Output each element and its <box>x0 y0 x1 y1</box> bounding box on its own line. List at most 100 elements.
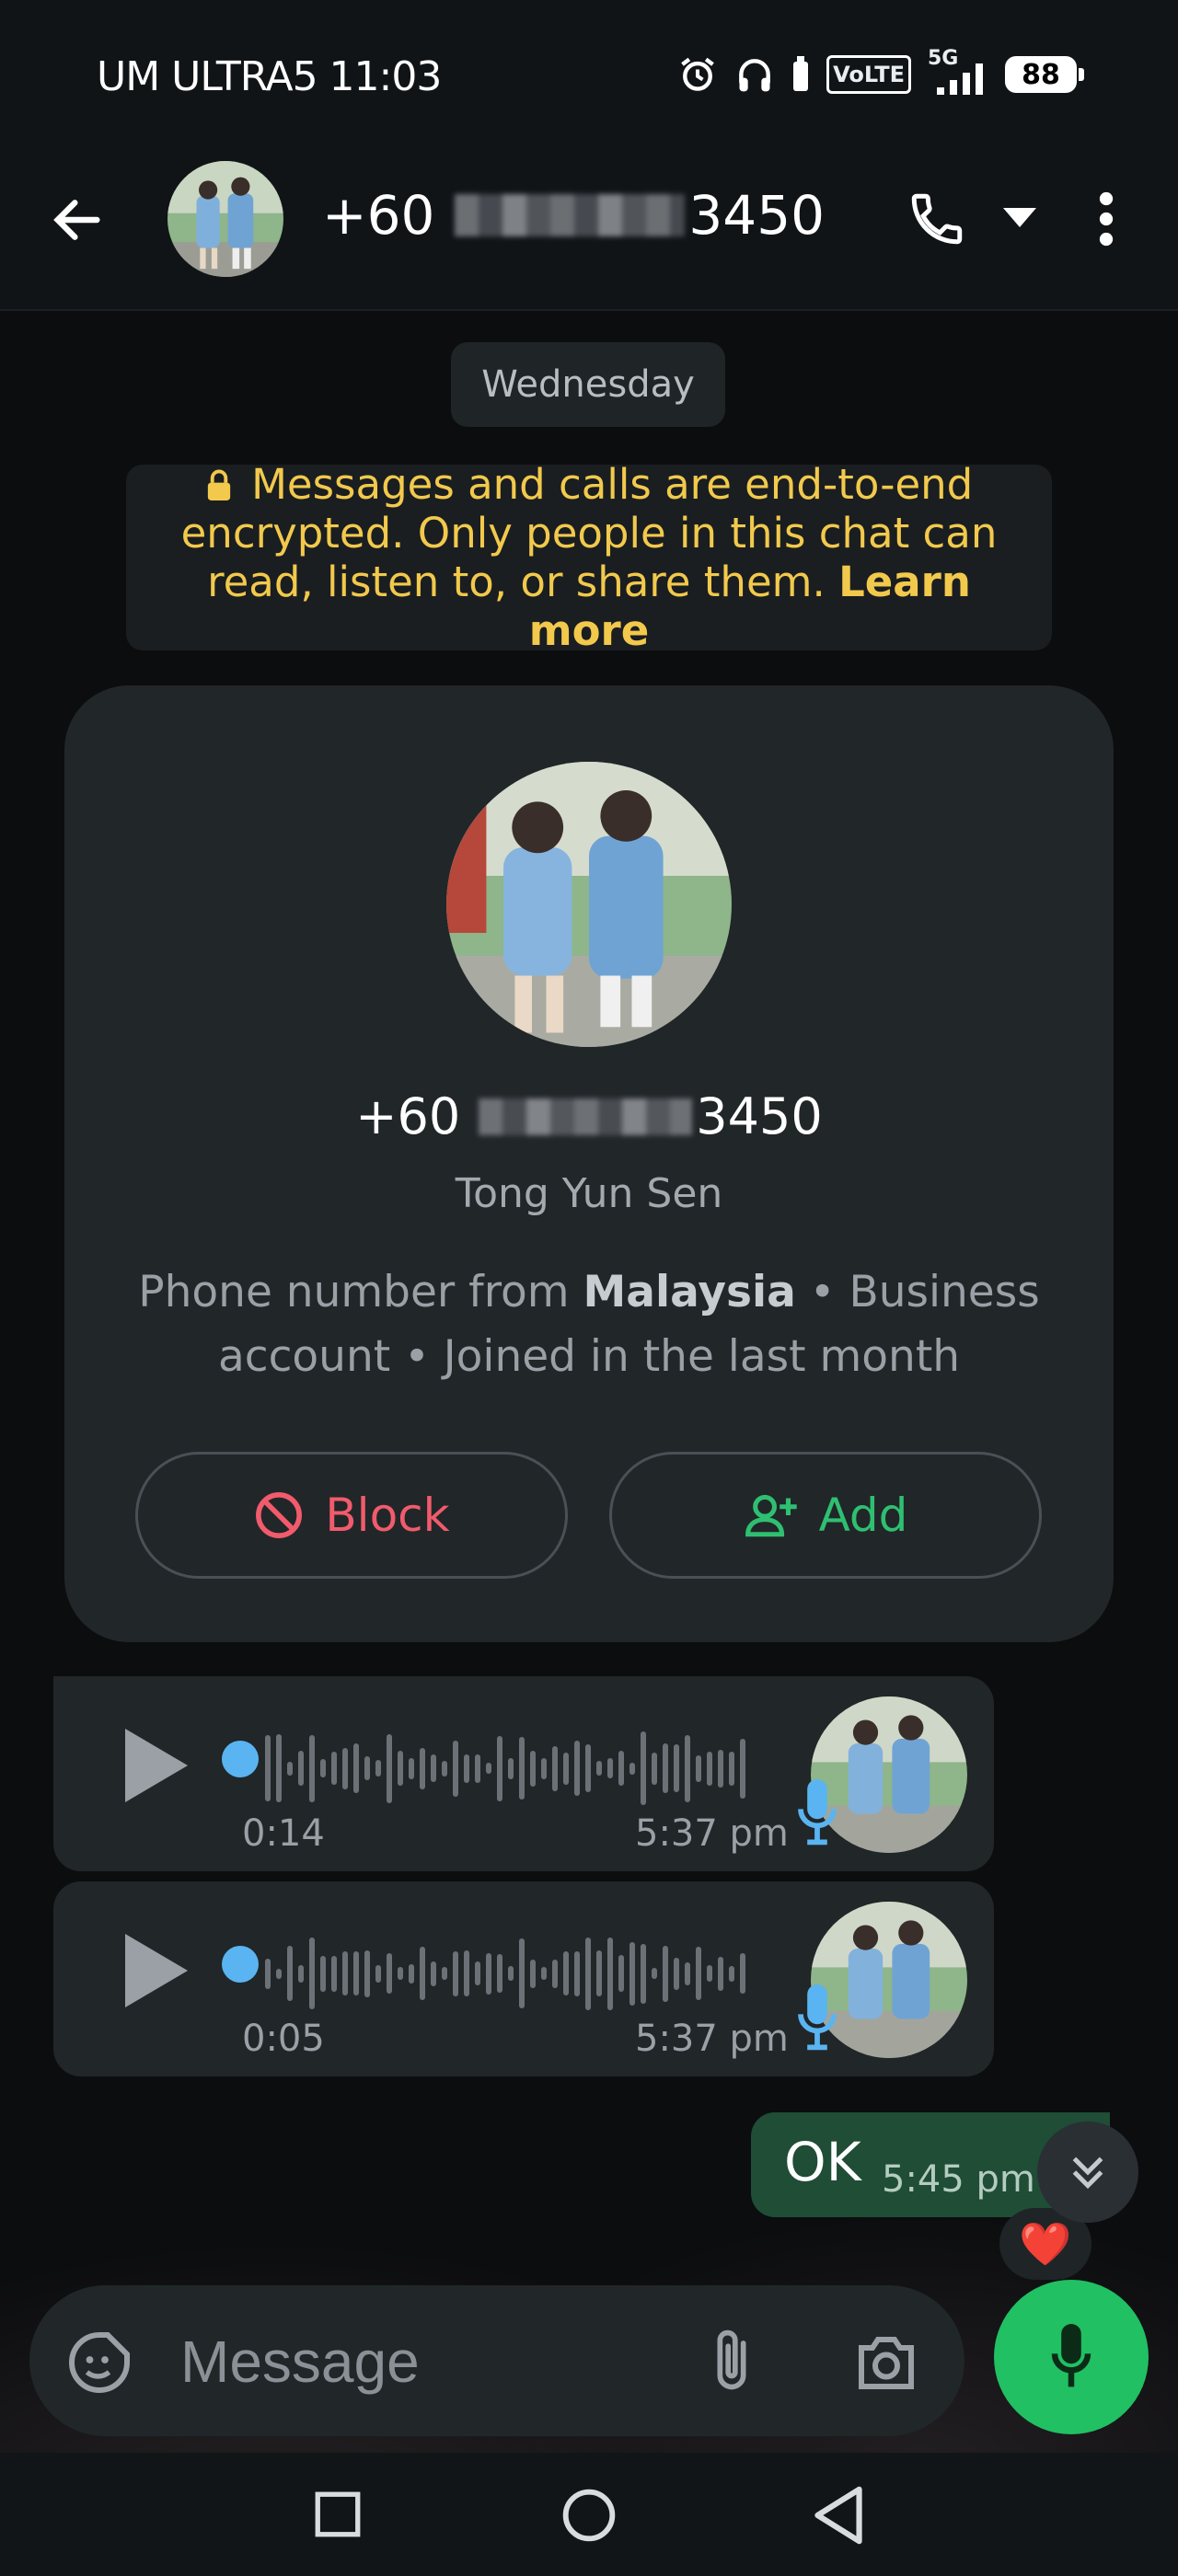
card-phone-suffix: 3450 <box>696 1087 823 1145</box>
recents-icon[interactable] <box>311 2488 364 2541</box>
headphones-icon <box>739 59 771 92</box>
waveform-bar <box>663 1945 668 2002</box>
card-phone-prefix: +60 <box>355 1087 461 1145</box>
play-icon[interactable] <box>118 1724 191 1807</box>
signal-icon: 5G <box>928 47 988 95</box>
add-contact-button[interactable]: Add <box>609 1452 1042 1579</box>
redacted-number <box>479 1098 693 1135</box>
waveform-bar <box>276 1734 282 1802</box>
waveform-bar <box>265 1958 271 1989</box>
encryption-notice[interactable]: Messages and calls are end-to-end encryp… <box>126 460 1052 655</box>
sticker-icon[interactable] <box>66 2329 133 2396</box>
waveform-bar <box>685 1961 690 1985</box>
volte-badge: VoLTE <box>826 55 911 94</box>
waveform-bar <box>629 1762 635 1775</box>
waveform-bar <box>585 1744 591 1792</box>
waveform-bar <box>320 1955 326 1992</box>
more-vert-icon[interactable] <box>1086 189 1126 249</box>
waveform-bar <box>552 1959 558 1988</box>
scroll-to-bottom-button[interactable] <box>1037 2122 1138 2223</box>
waveform-bar <box>508 1757 514 1779</box>
dropdown-icon[interactable] <box>1003 208 1036 230</box>
waveform-bar <box>287 1761 293 1776</box>
playback-scrubber[interactable] <box>222 1741 259 1777</box>
waveform-bar <box>729 1965 734 1982</box>
waveform-bar <box>663 1743 668 1793</box>
mic-icon <box>798 1984 837 2051</box>
contact-title-suffix: 3450 <box>688 184 826 247</box>
waveform-bar <box>696 1754 701 1782</box>
camera-icon[interactable] <box>852 2331 920 2392</box>
waveform-bar <box>618 1955 624 1992</box>
back-arrow-icon[interactable] <box>48 190 107 249</box>
waveform-bar <box>431 1754 436 1782</box>
contact-card-avatar[interactable] <box>446 762 732 1047</box>
waveform-bar <box>353 1743 359 1793</box>
contact-title-prefix: +60 <box>322 184 435 247</box>
voice-duration: 0:05 <box>242 2018 325 2060</box>
waveform-bar <box>674 1744 679 1792</box>
voice-duration: 0:14 <box>242 1812 325 1855</box>
add-person-icon <box>745 1494 797 1537</box>
waveform-bar <box>342 1951 348 1995</box>
waveform-bar <box>364 1949 370 1997</box>
block-button[interactable]: Block <box>135 1452 568 1579</box>
waveform-bar <box>387 1733 392 1803</box>
waveform-bar <box>331 1955 337 1992</box>
waveform-bar <box>740 1738 745 1799</box>
waveform-bar <box>409 1963 414 1984</box>
waveform-bar <box>618 1751 624 1786</box>
block-label: Block <box>325 1489 450 1542</box>
waveform-bar <box>375 1760 381 1777</box>
waveform-bar <box>552 1745 558 1791</box>
waveform-bar <box>596 1761 602 1776</box>
waveform-bar <box>508 1966 514 1981</box>
waveform-bar <box>431 1961 436 1986</box>
waveform-bar <box>276 1968 282 1979</box>
mic-icon <box>798 1779 837 1846</box>
waveform-bar <box>652 1752 657 1785</box>
waveform-bar <box>387 1953 392 1994</box>
waveform-bar <box>541 1967 547 1980</box>
waveform-bar <box>607 1758 613 1778</box>
attach-icon[interactable] <box>706 2326 757 2396</box>
alarm-icon <box>681 57 714 91</box>
waveform-bar <box>497 1954 502 1993</box>
back-nav-icon[interactable] <box>810 2484 867 2547</box>
waveform-bar <box>486 1763 491 1774</box>
waveform-bar <box>486 1952 491 1995</box>
waveform-bar <box>453 1950 458 1996</box>
voice-record-button[interactable] <box>994 2280 1149 2434</box>
mic-icon <box>1051 2324 1091 2387</box>
waveform-bar <box>574 1741 580 1796</box>
battery-indicator: 88 <box>1005 56 1084 93</box>
waveform-bar <box>298 1751 304 1786</box>
message-input[interactable] <box>179 2313 698 2410</box>
waveform-bar <box>729 1751 734 1786</box>
waveform-bar <box>475 1961 480 1985</box>
waveform-bar <box>464 1950 469 1996</box>
card-desc-country: Malaysia <box>583 1267 796 1317</box>
waveform-bar <box>342 1747 348 1789</box>
waveform-bar <box>563 1951 569 1995</box>
message-composer <box>29 2285 964 2436</box>
play-icon[interactable] <box>118 1929 191 2012</box>
waveform-bar <box>464 1754 469 1783</box>
waveform-bar <box>398 1751 403 1786</box>
reaction-emoji: ❤️ <box>1019 2218 1072 2269</box>
waveform-bar <box>641 1731 646 1805</box>
playback-scrubber[interactable] <box>222 1946 259 1983</box>
message-time: 5:45 pm <box>882 2158 1035 2201</box>
waveform <box>265 1927 745 2019</box>
phone-icon[interactable] <box>907 189 967 249</box>
waveform-bar <box>707 1751 712 1786</box>
double-chevron-down-icon <box>1072 2156 1103 2190</box>
block-icon <box>256 1492 303 1538</box>
waveform-bar <box>442 1967 447 1980</box>
lock-icon <box>207 469 230 500</box>
header-avatar[interactable] <box>167 161 283 277</box>
contact-title[interactable]: +60 3450 <box>322 184 825 247</box>
home-icon[interactable] <box>560 2486 618 2545</box>
waveform-bar <box>607 1937 613 2010</box>
add-label: Add <box>818 1489 908 1542</box>
